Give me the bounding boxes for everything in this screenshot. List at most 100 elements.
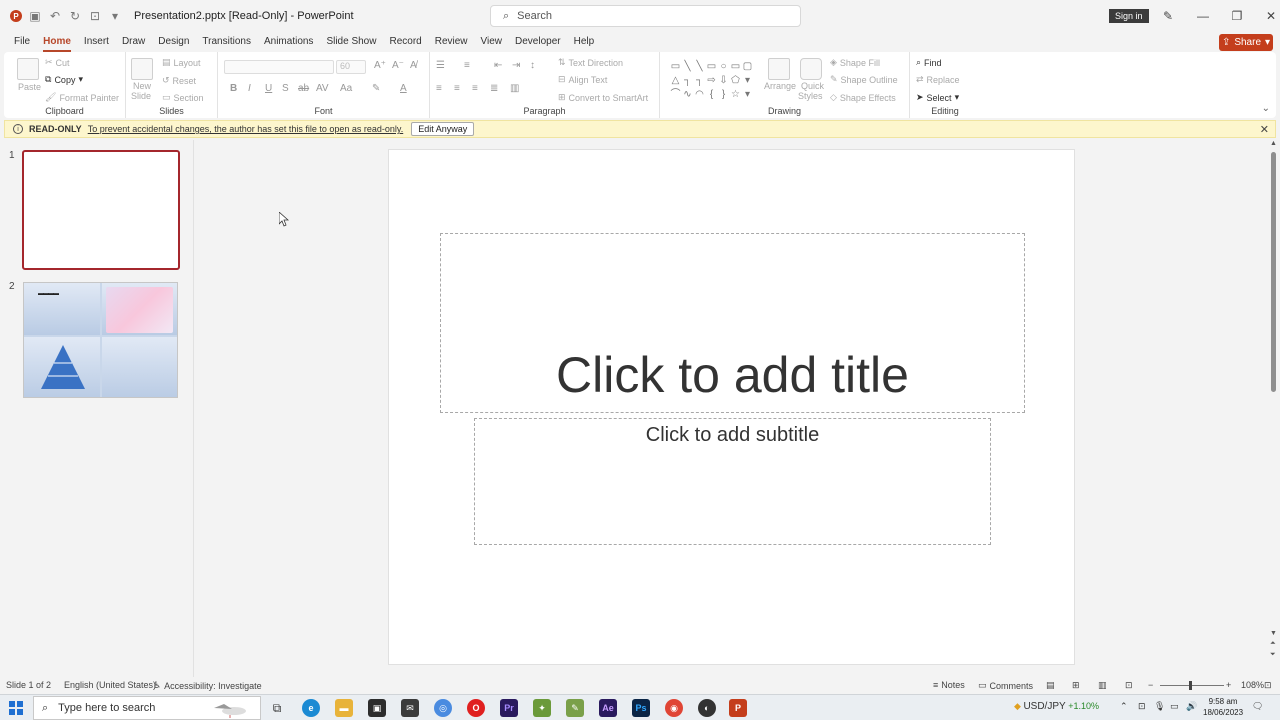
tab-help[interactable]: Help [569, 33, 600, 51]
arrange-button[interactable]: Arrange [764, 81, 796, 91]
tab-developer[interactable]: Developer [510, 33, 566, 51]
slide-sorter-icon[interactable]: ⊞ [1072, 680, 1080, 691]
tab-record[interactable]: Record [384, 33, 426, 51]
tab-review[interactable]: Review [430, 33, 473, 51]
save-icon[interactable]: ▣ [28, 9, 42, 23]
arrow-icon[interactable]: ⇩ [718, 74, 729, 87]
tab-design[interactable]: Design [153, 33, 194, 51]
zoom-level[interactable]: 108% [1241, 680, 1264, 690]
notes-button[interactable]: ≡ Notes [933, 680, 965, 690]
task-view-icon[interactable]: ⧉ [268, 699, 286, 717]
layout-button[interactable]: ▤ Layout [162, 57, 201, 68]
tab-home[interactable]: Home [38, 33, 76, 52]
justify-icon[interactable]: ≣ [490, 83, 498, 94]
text-direction-button[interactable]: ⇅ Text Direction [558, 57, 623, 68]
cut-button[interactable]: ✂ Cut [45, 57, 70, 68]
close-icon[interactable]: ✕ [1260, 123, 1269, 136]
show-hidden-icons[interactable]: ⌃ [1120, 701, 1128, 712]
increase-font-icon[interactable]: A⁺ [374, 60, 386, 71]
quick-styles-label-2[interactable]: Styles [798, 91, 823, 101]
numbering-icon[interactable]: ≡ [464, 60, 470, 71]
connector-icon[interactable]: ┐ [694, 74, 705, 87]
decrease-indent-icon[interactable]: ⇤ [494, 60, 502, 71]
tray-app-icon[interactable]: ⊡ [1138, 701, 1146, 712]
present-icon[interactable]: ⊡ [88, 9, 102, 23]
rectangle-icon[interactable]: ▭ [706, 60, 717, 73]
photoshop-icon[interactable]: Ps [632, 699, 650, 717]
star-icon[interactable]: ☆ [730, 88, 741, 101]
tab-slide-show[interactable]: Slide Show [321, 33, 381, 51]
strikethrough-button[interactable]: ab [298, 83, 309, 94]
undo-icon[interactable]: ↶ [48, 9, 62, 23]
file-explorer-icon[interactable]: ▬ [335, 699, 353, 717]
slide-thumbnail-2[interactable]: ▬▬▬▬ [23, 282, 178, 398]
redo-icon[interactable]: ↻ [68, 9, 82, 23]
language-indicator[interactable]: English (United States) [64, 680, 156, 690]
tab-animations[interactable]: Animations [259, 33, 318, 51]
shadow-button[interactable]: S [282, 83, 289, 94]
textbox-icon[interactable]: ▭ [670, 60, 681, 73]
currency-widget[interactable]: ◆ USD/JPY +1.10% [1014, 701, 1099, 712]
line-spacing-icon[interactable]: ↕ [530, 60, 535, 71]
search-input[interactable]: ⌕ Search [490, 5, 801, 27]
zoom-slider[interactable] [1160, 685, 1224, 686]
edge-browser-icon[interactable]: e [302, 699, 320, 717]
slideshow-icon[interactable]: ⊡ [1125, 680, 1133, 691]
copy-button[interactable]: ⧉ Copy ▾ [45, 74, 83, 85]
replace-button[interactable]: ⇄ Replace [916, 74, 960, 85]
system-clock[interactable]: 9:58 am 18/06/2023 [1203, 696, 1243, 718]
reset-button[interactable]: ↺ Reset [162, 75, 196, 86]
paste-button[interactable]: Paste [18, 82, 41, 92]
edit-anyway-button[interactable]: Edit Anyway [411, 122, 475, 136]
connector-icon[interactable]: ┐ [682, 74, 693, 87]
section-button[interactable]: ▭ Section [162, 92, 204, 103]
shape-outline-button[interactable]: ✎ Shape Outline [830, 74, 898, 85]
app-icon[interactable]: ◎ [434, 699, 452, 717]
slide-thumbnail-1[interactable] [22, 150, 180, 270]
reading-view-icon[interactable]: ▥ [1098, 680, 1107, 691]
italic-button[interactable]: I [248, 83, 251, 94]
subtitle-placeholder[interactable]: Click to add subtitle [474, 418, 991, 545]
tab-file[interactable]: File [9, 33, 35, 51]
powerpoint-taskbar-icon[interactable]: P [729, 699, 747, 717]
spacing-icon[interactable]: AV [316, 83, 329, 94]
microphone-icon[interactable]: 🎙 [1154, 701, 1165, 712]
paste-icon[interactable] [17, 58, 39, 80]
clear-format-icon[interactable]: A̸ [410, 60, 417, 71]
change-case-icon[interactable]: Aa [340, 83, 352, 94]
fit-slide-icon[interactable]: ⊡ [1264, 680, 1272, 691]
arc-icon[interactable]: ◠ [694, 88, 705, 101]
premiere-pro-icon[interactable]: Pr [500, 699, 518, 717]
shape-icon[interactable]: ⬠ [730, 74, 741, 87]
bold-button[interactable]: B [230, 83, 237, 94]
align-left-icon[interactable]: ≡ [436, 83, 442, 94]
align-right-icon[interactable]: ≡ [472, 83, 478, 94]
find-button[interactable]: ⌕ Find [916, 57, 942, 68]
tab-transitions[interactable]: Transitions [197, 33, 256, 51]
title-placeholder[interactable]: Click to add title [440, 233, 1025, 413]
rectangle-icon[interactable]: ▭ [730, 60, 741, 73]
tab-insert[interactable]: Insert [79, 33, 114, 51]
more-icon[interactable]: ▾ [742, 74, 753, 87]
highlight-icon[interactable]: ✎ [372, 83, 380, 94]
zoom-in-icon[interactable]: + [1226, 680, 1231, 690]
customize-toolbar-icon[interactable]: ▾ [108, 9, 122, 23]
network-icon[interactable]: ▭ [1170, 701, 1179, 712]
underline-button[interactable]: U [265, 83, 272, 94]
read-only-message[interactable]: To prevent accidental changes, the autho… [88, 124, 404, 134]
align-text-button[interactable]: ⊟ Align Text [558, 74, 607, 85]
brace-icon[interactable]: { [706, 88, 717, 101]
mail-icon[interactable]: ✉ [401, 699, 419, 717]
quick-styles-icon[interactable] [800, 58, 822, 80]
app-tools-icon[interactable]: ✎ [566, 699, 584, 717]
previous-slide-icon[interactable]: ⏶ [1270, 640, 1276, 648]
rounded-rect-icon[interactable]: ▢ [742, 60, 753, 73]
maximize-icon[interactable]: ❐ [1220, 8, 1254, 24]
scroll-up-icon[interactable]: ▲ [1270, 140, 1277, 147]
convert-smartart-button[interactable]: ⊞ Convert to SmartArt [558, 92, 648, 103]
triangle-icon[interactable]: △ [670, 74, 681, 87]
format-painter-button[interactable]: 🖌 Format Painter [45, 92, 119, 103]
arrow-icon[interactable]: ⇨ [706, 74, 717, 87]
font-size-select[interactable]: 60 [336, 60, 366, 74]
new-slide-label-1[interactable]: New [133, 81, 151, 91]
